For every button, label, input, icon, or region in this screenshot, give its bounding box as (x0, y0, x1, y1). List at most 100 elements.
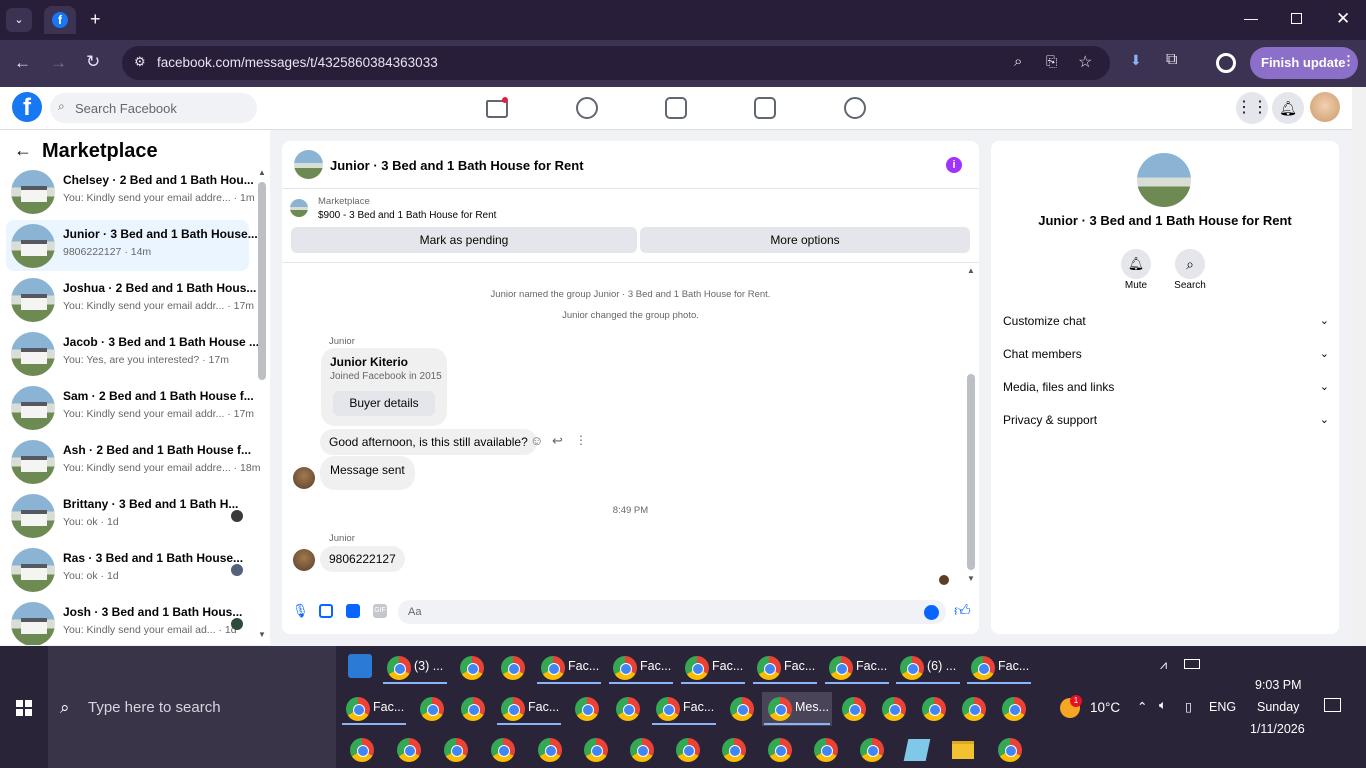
conversation-item-selected[interactable]: Junior · 3 Bed and 1 Bath House... 98062… (6, 220, 258, 271)
chrome-icon[interactable] (584, 738, 608, 762)
react-icon[interactable]: ☺ (530, 433, 543, 448)
clock-date[interactable]: 1/11/2026 (1250, 722, 1305, 736)
back-arrow-icon[interactable]: ← (14, 140, 32, 161)
scroll-down-arrow-icon[interactable]: ▼ (967, 574, 975, 583)
install-app-icon[interactable]: ⎘ (1046, 53, 1057, 70)
chrome-icon[interactable] (730, 697, 754, 721)
sidebar-scrollbar[interactable] (258, 182, 266, 380)
buyer-details-button[interactable]: Buyer details (333, 391, 435, 416)
chrome-icon[interactable] (613, 656, 637, 680)
chrome-icon[interactable] (814, 738, 838, 762)
facebook-logo-icon[interactable]: f (12, 92, 42, 122)
taskbar-item-label[interactable]: Fac... (856, 659, 887, 673)
chrome-icon[interactable] (922, 697, 946, 721)
address-bar[interactable]: ⚙ facebook.com/messages/t/43258603843630… (122, 46, 1110, 80)
message-bubble[interactable]: Message sent (320, 456, 415, 490)
chat-scrollbar[interactable] (967, 374, 975, 570)
show-hidden-icons-icon[interactable]: ⌃ (1137, 699, 1147, 714)
download-icon[interactable]: ⬇ (1130, 52, 1142, 69)
chrome-icon[interactable] (900, 656, 924, 680)
chrome-icon[interactable] (757, 656, 781, 680)
conversation-item[interactable]: Ras · 3 Bed and 1 Bath House... You: ok … (6, 544, 249, 595)
chrome-icon[interactable] (387, 656, 411, 680)
chat-avatar[interactable] (294, 150, 323, 179)
customize-chat-section[interactable]: Customize chat ⌄ (1003, 314, 1329, 328)
menu-grid-icon[interactable]: ⋮⋮ (1236, 92, 1268, 124)
message-input[interactable]: Aa (398, 600, 946, 624)
restore-icon[interactable] (1291, 13, 1302, 24)
scroll-up-arrow-icon[interactable]: ▲ (258, 168, 266, 177)
microphone-icon[interactable]: 🎙︎ (292, 603, 309, 618)
conversation-item[interactable]: Joshua · 2 Bed and 1 Bath Hous... You: K… (6, 274, 256, 325)
menu-dots-icon[interactable]: ⋮ (1342, 53, 1355, 69)
user-avatar[interactable] (293, 467, 315, 489)
conversation-item[interactable]: Sam · 2 Bed and 1 Bath House f... You: K… (6, 382, 254, 433)
taskbar-item-label[interactable]: Fac... (712, 659, 743, 673)
chrome-icon[interactable] (397, 738, 421, 762)
notepad-icon[interactable] (903, 739, 931, 761)
back-icon[interactable]: ← (14, 53, 31, 73)
conversation-item[interactable]: Brittany · 3 Bed and 1 Bath H... You: ok… (6, 490, 249, 541)
chrome-icon[interactable] (685, 656, 709, 680)
vscode-icon[interactable] (348, 654, 372, 678)
scroll-down-arrow-icon[interactable]: ▼ (258, 630, 266, 639)
reload-icon[interactable]: ↻ (86, 52, 100, 72)
message-bubble[interactable]: 9806222127 (320, 546, 405, 572)
reply-icon[interactable]: ↩ (552, 433, 563, 449)
chrome-icon[interactable] (460, 656, 484, 680)
gif-icon[interactable]: GIF (373, 604, 387, 618)
chrome-icon[interactable] (350, 738, 374, 762)
battery-icon[interactable] (1184, 659, 1200, 669)
chrome-icon[interactable] (842, 697, 866, 721)
chrome-icon[interactable] (829, 656, 853, 680)
more-options-button[interactable]: More options (640, 227, 970, 253)
chrome-icon[interactable] (768, 738, 792, 762)
photo-icon[interactable] (319, 604, 333, 618)
chrome-icon[interactable] (962, 697, 986, 721)
notifications-bell-icon[interactable]: 🔔︎ (1272, 92, 1304, 124)
groups-icon[interactable] (844, 97, 866, 119)
taskbar-item-label[interactable]: Fac... (528, 700, 559, 714)
listing-title[interactable]: $900 - 3 Bed and 1 Bath House for Rent (318, 210, 496, 221)
taskbar-item-label[interactable]: Fac... (683, 700, 714, 714)
weather-temp[interactable]: 10°C (1090, 700, 1120, 715)
message-bubble[interactable]: Good afternoon, is this still available? (320, 429, 537, 455)
chrome-icon[interactable] (882, 697, 906, 721)
profile-icon[interactable] (1216, 53, 1236, 73)
chrome-icon[interactable] (541, 656, 565, 680)
site-info-icon[interactable]: ⚙ (134, 54, 146, 70)
taskbar-item-label[interactable]: (3) ... (414, 659, 443, 673)
taskbar-item-label[interactable]: Fac... (998, 659, 1029, 673)
chrome-icon[interactable] (860, 738, 884, 762)
chrome-icon[interactable] (501, 656, 525, 680)
media-files-links-section[interactable]: Media, files and links ⌄ (1003, 380, 1329, 394)
minimize-icon[interactable]: — (1244, 10, 1258, 26)
chrome-icon[interactable] (346, 697, 370, 721)
wifi-icon[interactable]: ⩘ (1160, 658, 1167, 673)
clock-day[interactable]: Sunday (1257, 700, 1299, 714)
emoji-icon[interactable] (924, 605, 939, 620)
search-button[interactable]: ⌕ (1175, 249, 1205, 279)
notifications-icon[interactable] (1324, 698, 1341, 712)
chrome-icon[interactable] (538, 738, 562, 762)
file-explorer-icon[interactable] (952, 741, 974, 759)
clock-time[interactable]: 9:03 PM (1255, 678, 1302, 692)
browser-tab-facebook[interactable]: f (44, 6, 76, 34)
conversation-item[interactable]: Josh · 3 Bed and 1 Bath Hous... You: Kin… (6, 598, 249, 645)
conversation-item[interactable]: Jacob · 3 Bed and 1 Bath House ... You: … (6, 328, 259, 379)
chrome-icon[interactable] (768, 697, 792, 721)
taskbar-item-label[interactable]: Fac... (568, 659, 599, 673)
listing-thumbnail[interactable] (290, 199, 308, 217)
chrome-icon[interactable] (998, 738, 1022, 762)
chrome-icon[interactable] (491, 738, 515, 762)
account-avatar[interactable] (1310, 92, 1340, 122)
marketplace-icon[interactable] (754, 97, 776, 119)
chrome-icon[interactable] (461, 697, 485, 721)
info-icon[interactable]: i (946, 157, 962, 173)
chrome-icon[interactable] (616, 697, 640, 721)
conversation-item[interactable]: Ash · 2 Bed and 1 Bath House f... You: K… (6, 436, 260, 487)
device-icon[interactable]: ▯ (1185, 699, 1192, 714)
chrome-icon[interactable] (575, 697, 599, 721)
tab-list-dropdown-icon[interactable]: ⌄ (6, 8, 32, 32)
more-actions-icon[interactable]: ⋮ (575, 433, 587, 447)
